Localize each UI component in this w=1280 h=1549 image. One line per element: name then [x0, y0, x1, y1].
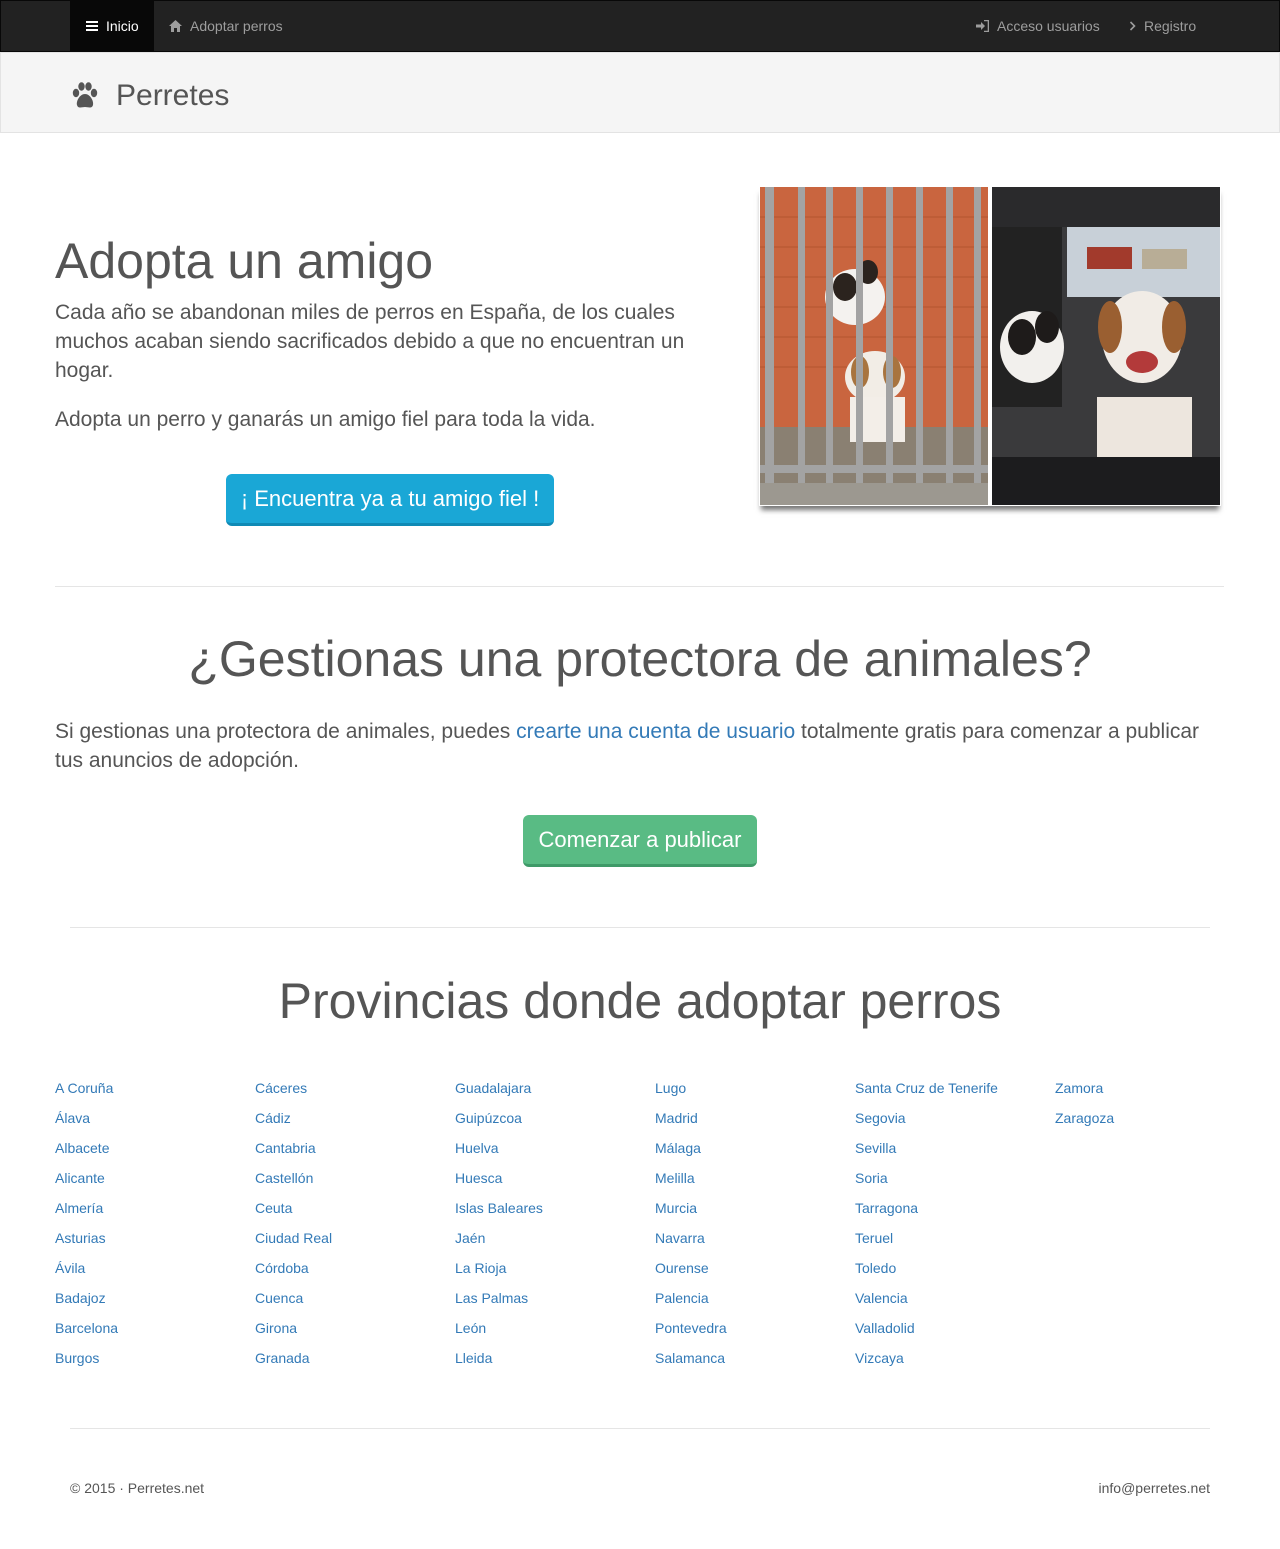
nav-item-registro[interactable]: Registro: [1114, 1, 1211, 51]
province-link[interactable]: Valladolid: [855, 1317, 1055, 1347]
province-link[interactable]: Granada: [255, 1347, 455, 1377]
hero-paragraph: Cada año se abandonan miles de perros en…: [55, 301, 685, 382]
province-link[interactable]: León: [455, 1317, 655, 1347]
brand-bar: Perretes: [0, 52, 1280, 133]
province-link[interactable]: Murcia: [655, 1197, 855, 1227]
province-link[interactable]: Las Palmas: [455, 1287, 655, 1317]
provincias-column: Guadalajara Guipúzcoa Huelva Huesca Isla…: [455, 1077, 655, 1377]
province-link[interactable]: Castellón: [255, 1167, 455, 1197]
paw-icon: [72, 82, 98, 108]
nav-item-label: Acceso usuarios: [997, 18, 1100, 34]
top-navbar: Inicio Adoptar perros Acceso usuarios Re…: [0, 0, 1280, 52]
bars-icon: [86, 21, 98, 31]
footer-copyright: © 2015 · Perretes.net: [70, 1480, 205, 1496]
province-link[interactable]: Palencia: [655, 1287, 855, 1317]
chevron-right-icon: [1129, 21, 1136, 31]
hero-paragraph: Adopta un perro y ganarás un amigo fiel …: [55, 408, 596, 431]
province-link[interactable]: Girona: [255, 1317, 455, 1347]
province-link[interactable]: Soria: [855, 1167, 1055, 1197]
province-link[interactable]: Lleida: [455, 1347, 655, 1377]
province-link[interactable]: Álava: [55, 1107, 255, 1137]
divider: [70, 1428, 1210, 1429]
province-link[interactable]: Cádiz: [255, 1107, 455, 1137]
footer-email-link[interactable]: info@perretes.net: [1099, 1480, 1211, 1496]
province-link[interactable]: Córdoba: [255, 1257, 455, 1287]
province-link[interactable]: Ceuta: [255, 1197, 455, 1227]
province-link[interactable]: Guipúzcoa: [455, 1107, 655, 1137]
create-account-link[interactable]: crearte una cuenta de usuario: [516, 720, 795, 743]
province-link[interactable]: Cuenca: [255, 1287, 455, 1317]
province-link[interactable]: A Coruña: [55, 1077, 255, 1107]
province-link[interactable]: Badajoz: [55, 1287, 255, 1317]
province-link[interactable]: Albacete: [55, 1137, 255, 1167]
protectora-text: Si gestionas una protectora de animales,…: [55, 720, 517, 743]
start-publishing-button[interactable]: Comenzar a publicar: [523, 815, 757, 867]
province-link[interactable]: Cáceres: [255, 1077, 455, 1107]
provincias-column: Cáceres Cádiz Cantabria Castellón Ceuta …: [255, 1077, 455, 1377]
province-link[interactable]: Islas Baleares: [455, 1197, 655, 1227]
photo-dogs-in-kennel: [760, 187, 988, 505]
province-link[interactable]: Valencia: [855, 1287, 1055, 1317]
home-icon: [169, 20, 182, 32]
province-link[interactable]: Segovia: [855, 1107, 1055, 1137]
provincias-column: Lugo Madrid Málaga Melilla Murcia Navarr…: [655, 1077, 855, 1377]
province-link[interactable]: Salamanca: [655, 1347, 855, 1377]
province-link[interactable]: Ourense: [655, 1257, 855, 1287]
province-link[interactable]: Teruel: [855, 1227, 1055, 1257]
province-link[interactable]: Huelva: [455, 1137, 655, 1167]
nav-item-inicio[interactable]: Inicio: [70, 1, 154, 51]
province-link[interactable]: Pontevedra: [655, 1317, 855, 1347]
province-link[interactable]: Alicante: [55, 1167, 255, 1197]
nav-item-label: Adoptar perros: [190, 18, 283, 34]
brand-name: Perretes: [116, 79, 230, 112]
province-link[interactable]: Zamora: [1055, 1077, 1255, 1107]
province-link[interactable]: Asturias: [55, 1227, 255, 1257]
province-link[interactable]: Cantabria: [255, 1137, 455, 1167]
province-link[interactable]: Guadalajara: [455, 1077, 655, 1107]
province-link[interactable]: Madrid: [655, 1107, 855, 1137]
province-link[interactable]: La Rioja: [455, 1257, 655, 1287]
province-link[interactable]: Sevilla: [855, 1137, 1055, 1167]
provincias-column: A Coruña Álava Albacete Alicante Almería…: [55, 1077, 255, 1377]
nav-item-label: Inicio: [106, 18, 139, 34]
province-link[interactable]: Zaragoza: [1055, 1107, 1255, 1137]
province-link[interactable]: Huesca: [455, 1167, 655, 1197]
province-link[interactable]: Melilla: [655, 1167, 855, 1197]
province-link[interactable]: Vizcaya: [855, 1347, 1055, 1377]
province-link[interactable]: Toledo: [855, 1257, 1055, 1287]
province-link[interactable]: Tarragona: [855, 1197, 1055, 1227]
find-friend-button[interactable]: ¡ Encuentra ya a tu amigo fiel !: [226, 474, 554, 526]
province-link[interactable]: Jaén: [455, 1227, 655, 1257]
photo-dogs-in-car: [992, 187, 1220, 505]
province-link[interactable]: Almería: [55, 1197, 255, 1227]
province-link[interactable]: Ciudad Real: [255, 1227, 455, 1257]
provincias-heading: Provincias donde adoptar perros: [278, 973, 1002, 1029]
province-link[interactable]: Barcelona: [55, 1317, 255, 1347]
province-link[interactable]: Ávila: [55, 1257, 255, 1287]
province-link[interactable]: Burgos: [55, 1347, 255, 1377]
dogs-photo: [759, 186, 1221, 506]
province-link[interactable]: Lugo: [655, 1077, 855, 1107]
province-link[interactable]: Santa Cruz de Tenerife: [855, 1077, 1055, 1107]
divider: [70, 927, 1210, 928]
provincias-column: Zamora Zaragoza: [1055, 1077, 1255, 1137]
brand-link[interactable]: Perretes: [70, 79, 229, 113]
nav-item-acceso-usuarios[interactable]: Acceso usuarios: [961, 1, 1115, 51]
provincias-column: Santa Cruz de Tenerife Segovia Sevilla S…: [855, 1077, 1055, 1377]
province-link[interactable]: Málaga: [655, 1137, 855, 1167]
nav-item-label: Registro: [1144, 18, 1197, 34]
sign-in-icon: [976, 20, 989, 32]
protectora-heading: ¿Gestionas una protectora de animales?: [188, 631, 1092, 687]
divider: [55, 586, 1224, 587]
nav-item-adoptar-perros[interactable]: Adoptar perros: [154, 1, 298, 51]
hero-title: Adopta un amigo: [55, 233, 434, 289]
province-link[interactable]: Navarra: [655, 1227, 855, 1257]
protectora-paragraph: Si gestionas una protectora de animales,…: [55, 717, 1227, 775]
